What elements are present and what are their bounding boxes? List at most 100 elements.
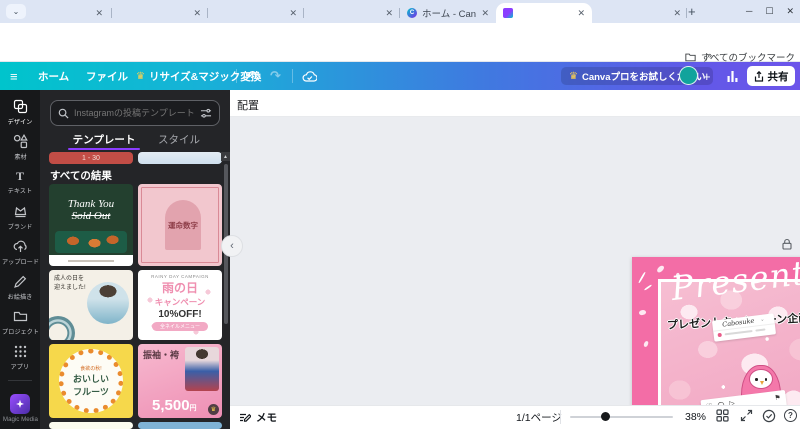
window-close-button[interactable]: ✕	[786, 6, 794, 17]
shapes-icon	[13, 133, 28, 149]
user-avatar[interactable]	[679, 66, 698, 85]
upload-cloud-icon	[13, 239, 28, 254]
tab-close-icon[interactable]: ✕	[193, 8, 201, 19]
pencil-icon	[13, 274, 28, 289]
browser-tab[interactable]: ✕	[208, 3, 304, 23]
chevron-down-icon: ⌄	[759, 316, 765, 323]
browser-tab[interactable]: ✕	[592, 3, 688, 23]
sidebar-item-apps[interactable]: アプリ	[0, 340, 40, 374]
sidebar-item-uploads[interactable]: アップロード	[0, 235, 40, 269]
tab-close-icon[interactable]: ✕	[385, 8, 393, 19]
sidebar-item-projects[interactable]: プロジェクト	[0, 305, 40, 339]
wave-decoration	[49, 316, 75, 340]
apps-grid-icon	[13, 344, 28, 359]
template-thumb-rainy-day[interactable]: RAINY DAY CAMPAIGN 雨の日 キャンペーン 10%OFF! 全ネ…	[138, 270, 222, 340]
grid-view-icon[interactable]	[716, 409, 729, 422]
resize-magic-button[interactable]: ♛ リサイズ&マジック変換	[136, 62, 261, 90]
tab-close-icon[interactable]: ✕	[481, 8, 489, 19]
template-thumb-kimono[interactable]: 振袖・袴 5,500円 ♛	[138, 344, 222, 418]
panel-collapse-button[interactable]: ‹	[221, 235, 243, 257]
zoom-slider[interactable]	[570, 416, 673, 418]
template-thumb[interactable]	[49, 422, 133, 429]
active-tab-underline	[68, 148, 140, 150]
arch-decoration: 運命数字	[165, 200, 201, 250]
canva-favicon: C	[407, 8, 417, 18]
tab-separator	[686, 8, 687, 18]
template-thumb[interactable]	[138, 152, 222, 164]
new-tab-button[interactable]: +	[688, 4, 696, 19]
tab-styles[interactable]: スタイル	[144, 128, 214, 150]
undo-icon[interactable]: ↶	[246, 62, 257, 90]
home-menu-button[interactable]: ホーム	[38, 62, 69, 90]
sidebar-item-magic-media[interactable]: Magic Media	[0, 388, 40, 428]
folder-icon	[13, 309, 28, 324]
template-thumb-thank-you[interactable]: Thank You Sold Out	[49, 184, 133, 266]
browser-tab[interactable]: ✕	[14, 3, 110, 23]
minimize-button[interactable]: ─	[746, 6, 752, 16]
account-avatar	[717, 332, 722, 338]
browser-tab[interactable]: ✕	[304, 3, 400, 23]
maximize-button[interactable]: ☐	[765, 6, 773, 17]
window-controls: ─ ☐ ✕	[746, 1, 794, 21]
share-export-icon	[754, 70, 764, 82]
position-button[interactable]: 配置	[237, 97, 259, 113]
template-thumb-fortune[interactable]: 運命数字	[138, 184, 222, 266]
page-toolbar	[781, 238, 800, 250]
tab-close-icon[interactable]: ✕	[673, 8, 681, 19]
crown-icon: ♛	[569, 70, 578, 82]
crown-icon: ♛	[136, 70, 145, 82]
orange-wreath: 食欲の秋! おいしい フルーツ	[59, 349, 123, 413]
template-thumb[interactable]	[138, 422, 222, 429]
zoom-slider-handle[interactable]	[601, 412, 610, 421]
notes-icon	[238, 411, 251, 424]
template-thumb-seijin[interactable]: 成人の日を 迎えました!	[49, 270, 133, 340]
share-button[interactable]: 共有	[747, 66, 795, 86]
sidebar-item-design[interactable]: デザイン	[0, 95, 40, 129]
browser-tab[interactable]: ✕	[112, 3, 208, 23]
templates-panel: テンプレート スタイル 1 - 30 すべての結果 Thank You Sold…	[40, 90, 230, 429]
insights-chart-icon[interactable]	[726, 62, 739, 90]
browser-tab-canva-home[interactable]: C ホーム - Canva ✕	[400, 3, 496, 23]
sidebar-item-brand[interactable]: ブランド	[0, 200, 40, 234]
browser-address-bar: ← → ↻ canva.com/ ☆	[0, 23, 800, 69]
template-thumb-fruits[interactable]: 食欲の秋! おいしい フルーツ	[49, 344, 133, 418]
help-icon[interactable]: ?	[784, 409, 797, 422]
sidebar-item-draw[interactable]: お絵描き	[0, 270, 40, 304]
main-menu-icon[interactable]: ≡	[10, 62, 18, 90]
design-canvas-area[interactable]: ↻ Present プレゼントキャンペーン企画! Cab	[230, 117, 800, 429]
page-indicator: 1/1ページ	[516, 411, 562, 424]
results-heading: すべての結果	[50, 170, 112, 182]
scroll-up-arrow[interactable]: ▲	[221, 152, 230, 161]
file-menu-button[interactable]: ファイル	[86, 62, 128, 90]
tab-close-icon[interactable]: ✕	[577, 8, 585, 19]
add-account-icon[interactable]: +	[703, 62, 711, 90]
sidebar-item-text[interactable]: T テキスト	[0, 165, 40, 199]
sidebar-item-elements[interactable]: 素材	[0, 130, 40, 164]
lock-icon[interactable]	[781, 238, 793, 250]
design-page[interactable]: Present プレゼントキャンペーン企画! Cabosuke⌄ ♡ 〇 ▷ ⚑	[632, 257, 800, 429]
tab-close-icon[interactable]: ✕	[95, 8, 103, 19]
browser-tab-strip: ⌄ ✕ ✕ ✕ ✕ C ホーム - Canva ✕ ✕	[0, 0, 800, 23]
tab-close-icon[interactable]: ✕	[289, 8, 297, 19]
statusbar-divider	[560, 410, 561, 424]
cloud-save-status-icon[interactable]	[302, 62, 317, 90]
context-toolbar	[230, 90, 800, 117]
template-thumb[interactable]: 1 - 30	[49, 152, 133, 164]
kimono-model-photo	[185, 347, 219, 391]
toolbar-separator	[292, 69, 293, 83]
search-icon	[58, 108, 69, 119]
magic-media-icon	[10, 393, 30, 414]
notes-button[interactable]: メモ	[238, 405, 277, 429]
folder-icon	[685, 52, 696, 62]
thumb-button: 全ネイルメニュー	[152, 322, 208, 331]
browser-tab-active[interactable]: ✕	[496, 3, 592, 23]
zoom-level: 38%	[685, 411, 707, 423]
redo-icon[interactable]: ↷	[270, 62, 281, 90]
template-search-box[interactable]	[50, 100, 220, 126]
fullscreen-icon[interactable]	[740, 409, 753, 422]
food-photo	[55, 231, 127, 253]
search-input[interactable]	[74, 108, 195, 118]
filter-sliders-icon[interactable]	[200, 108, 212, 119]
tab-templates[interactable]: テンプレート	[64, 128, 144, 150]
sidebar-divider	[8, 380, 32, 381]
